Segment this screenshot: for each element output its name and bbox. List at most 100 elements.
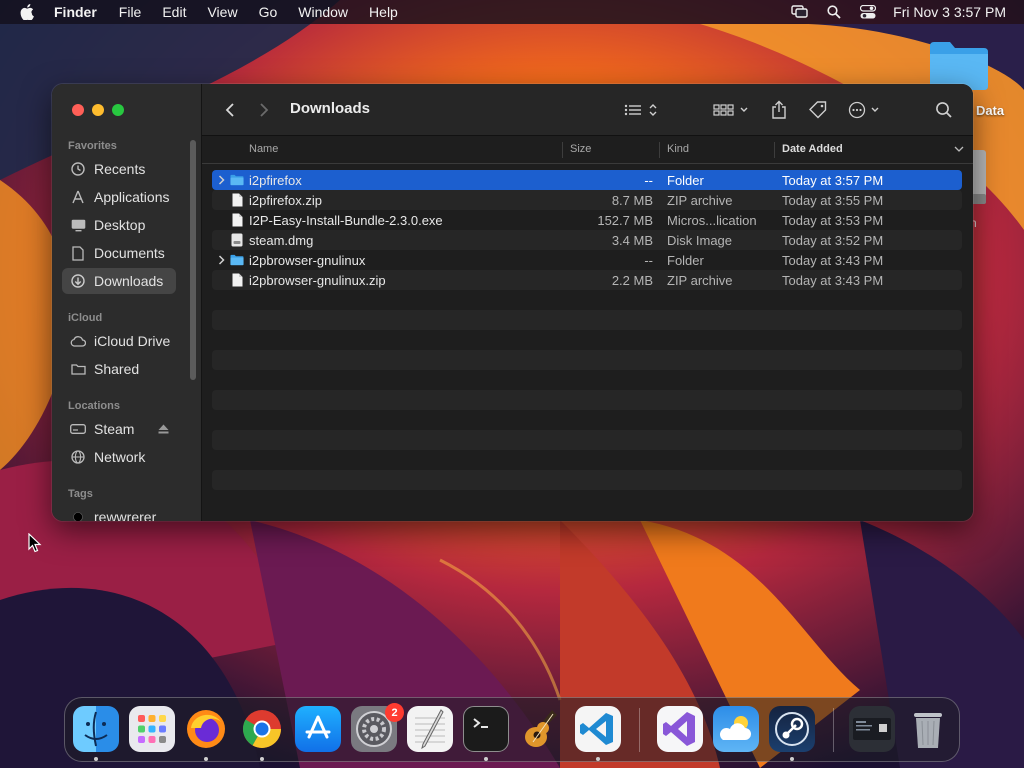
sort-chevron-down-icon[interactable] — [954, 144, 964, 156]
menu-go[interactable]: Go — [259, 4, 278, 20]
dock-chrome-icon[interactable] — [239, 706, 285, 752]
dock-trash-icon[interactable] — [905, 706, 951, 752]
sidebar-item-downloads[interactable]: Downloads — [62, 268, 176, 294]
dock-weather-icon[interactable] — [713, 706, 759, 752]
sidebar-item-applications[interactable]: Applications — [62, 184, 176, 210]
window-minimize-button[interactable] — [92, 104, 104, 116]
running-indicator — [260, 757, 264, 761]
running-indicator — [204, 757, 208, 761]
file-row[interactable]: i2pbrowser-gnulinux.zip 2.2 MB ZIP archive… — [212, 270, 962, 290]
group-by-button[interactable] — [712, 98, 752, 122]
dock-terminal-icon[interactable] — [463, 706, 509, 752]
spotlight-search-icon[interactable] — [825, 3, 843, 21]
empty-row — [212, 450, 962, 470]
tags-button[interactable] — [806, 98, 830, 122]
dock-vscode-icon[interactable] — [575, 706, 621, 752]
file-kind: Micros...lication — [667, 213, 757, 228]
file-list-view: Name Size Kind Date Added i2pfirefox -- Fo… — [202, 136, 973, 521]
column-divider[interactable] — [659, 142, 660, 158]
file-name: i2pfirefox.zip — [249, 193, 322, 208]
column-kind[interactable]: Kind — [667, 143, 689, 155]
share-button[interactable] — [768, 98, 790, 122]
sidebar-item-label: Steam — [94, 421, 135, 437]
window-maximize-button[interactable] — [112, 104, 124, 116]
menu-edit[interactable]: Edit — [162, 4, 186, 20]
sidebar-item-desktop[interactable]: Desktop — [62, 212, 176, 238]
running-indicator — [790, 757, 794, 761]
column-header: Name Size Kind Date Added — [202, 136, 973, 164]
sidebar-item-icloud-drive[interactable]: iCloud Drive — [62, 328, 176, 354]
view-options-list-button[interactable] — [622, 98, 660, 122]
desktop-icon — [70, 217, 86, 233]
eject-icon[interactable] — [156, 422, 170, 436]
column-date-added[interactable]: Date Added — [782, 143, 843, 155]
dock-garageband-icon[interactable] — [519, 706, 565, 752]
sidebar-item-tag[interactable]: rewwrerer — [62, 504, 176, 521]
dock-finder-icon[interactable] — [73, 706, 119, 752]
dock-firefox-icon[interactable] — [183, 706, 229, 752]
column-divider[interactable] — [562, 142, 563, 158]
apple-menu-icon[interactable] — [16, 1, 38, 23]
sidebar-scrollbar[interactable] — [190, 140, 196, 380]
disk-image-icon — [230, 233, 244, 247]
file-kind: Folder — [667, 253, 704, 268]
desktop-folder-label[interactable]: t Data — [968, 103, 1004, 118]
file-icon — [230, 273, 244, 287]
control-center-icon[interactable] — [859, 3, 877, 21]
file-name: i2pbrowser-gnulinux — [249, 253, 366, 268]
menu-file[interactable]: File — [119, 4, 142, 20]
sidebar-item-network[interactable]: Network — [62, 444, 176, 470]
folder-icon — [230, 173, 244, 187]
file-row[interactable]: i2pfirefox -- Folder Today at 3:57 PM — [212, 170, 962, 190]
menu-app-name[interactable]: Finder — [54, 4, 97, 20]
sidebar-item-shared[interactable]: Shared — [62, 356, 176, 382]
dock-downloads-stack-icon[interactable] — [849, 706, 895, 752]
file-row[interactable]: steam.dmg 3.4 MB Disk Image Today at 3:52 P… — [212, 230, 962, 250]
file-row[interactable]: i2pfirefox.zip 8.7 MB ZIP archive Today at … — [212, 190, 962, 210]
file-row[interactable]: i2pbrowser-gnulinux -- Folder Today at 3:43… — [212, 250, 962, 270]
disclosure-chevron-icon[interactable] — [216, 252, 226, 268]
menu-view[interactable]: View — [207, 4, 237, 20]
clock-icon — [70, 161, 86, 177]
drive-icon — [70, 421, 86, 437]
forward-button[interactable] — [254, 98, 274, 122]
dock-steam-icon[interactable] — [769, 706, 815, 752]
column-size[interactable]: Size — [570, 143, 591, 155]
dock-visual-studio-icon[interactable] — [657, 706, 703, 752]
dock-launchpad-icon[interactable] — [129, 706, 175, 752]
tag-color-dot-icon — [70, 509, 86, 521]
window-close-button[interactable] — [72, 104, 84, 116]
file-size: 3.4 MB — [611, 233, 653, 248]
empty-row — [212, 290, 962, 310]
menubar-clock[interactable]: Fri Nov 3 3:57 PM — [893, 4, 1006, 20]
file-row[interactable]: I2P-Easy-Install-Bundle-2.3.0.exe 152.7 M… — [212, 210, 962, 230]
screen-mirroring-icon[interactable] — [791, 3, 809, 21]
menu-window[interactable]: Window — [298, 4, 348, 20]
empty-row — [212, 310, 962, 330]
file-icon — [230, 213, 244, 227]
finder-sidebar: Favorites Recents Applications Desktop D… — [52, 84, 202, 521]
sidebar-item-steam[interactable]: Steam — [62, 416, 176, 442]
disclosure-chevron-icon[interactable] — [216, 172, 226, 188]
document-icon — [70, 245, 86, 261]
sidebar-header-locations: Locations — [68, 400, 120, 412]
column-divider[interactable] — [774, 142, 775, 158]
menu-help[interactable]: Help — [369, 4, 398, 20]
more-actions-button[interactable] — [846, 98, 886, 122]
sidebar-item-recents[interactable]: Recents — [62, 156, 176, 182]
back-button[interactable] — [220, 98, 240, 122]
file-size: -- — [644, 253, 653, 268]
file-name: steam.dmg — [249, 233, 314, 248]
column-name[interactable]: Name — [249, 143, 278, 155]
sidebar-item-documents[interactable]: Documents — [62, 240, 176, 266]
file-date-added: Today at 3:57 PM — [782, 173, 884, 188]
dock-separator — [639, 708, 640, 752]
file-size: 152.7 MB — [597, 213, 653, 228]
empty-row — [212, 430, 962, 450]
running-indicator — [94, 757, 98, 761]
dock-textedit-icon[interactable] — [407, 706, 453, 752]
file-kind: ZIP archive — [667, 273, 733, 288]
dock-app-store-icon[interactable] — [295, 706, 341, 752]
search-icon[interactable] — [932, 98, 956, 122]
sidebar-item-label: Recents — [94, 161, 146, 177]
